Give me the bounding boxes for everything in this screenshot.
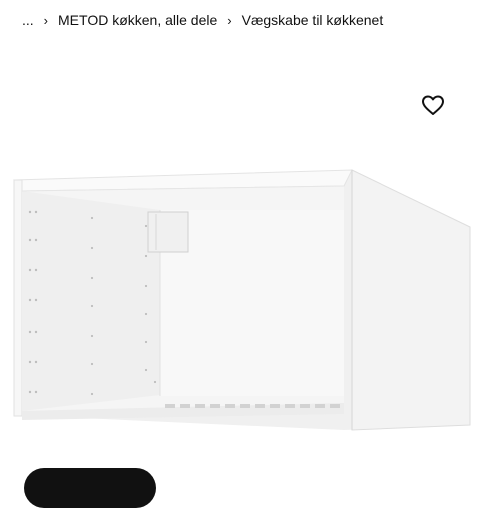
bottom-action-button[interactable] [24, 468, 156, 508]
heart-outline-icon [422, 95, 444, 115]
breadcrumb-item-wall-cabinets[interactable]: Vægskabe til køkkenet [242, 12, 384, 28]
product-image [13, 169, 471, 431]
favorite-button[interactable] [418, 90, 448, 120]
chevron-right-icon: › [227, 12, 232, 28]
breadcrumb-ellipsis[interactable]: ... [22, 12, 34, 28]
breadcrumb: ... › METOD køkken, alle dele › Vægskabe… [22, 10, 383, 30]
breadcrumb-item-metod[interactable]: METOD køkken, alle dele [58, 12, 217, 28]
chevron-right-icon: › [43, 12, 49, 28]
